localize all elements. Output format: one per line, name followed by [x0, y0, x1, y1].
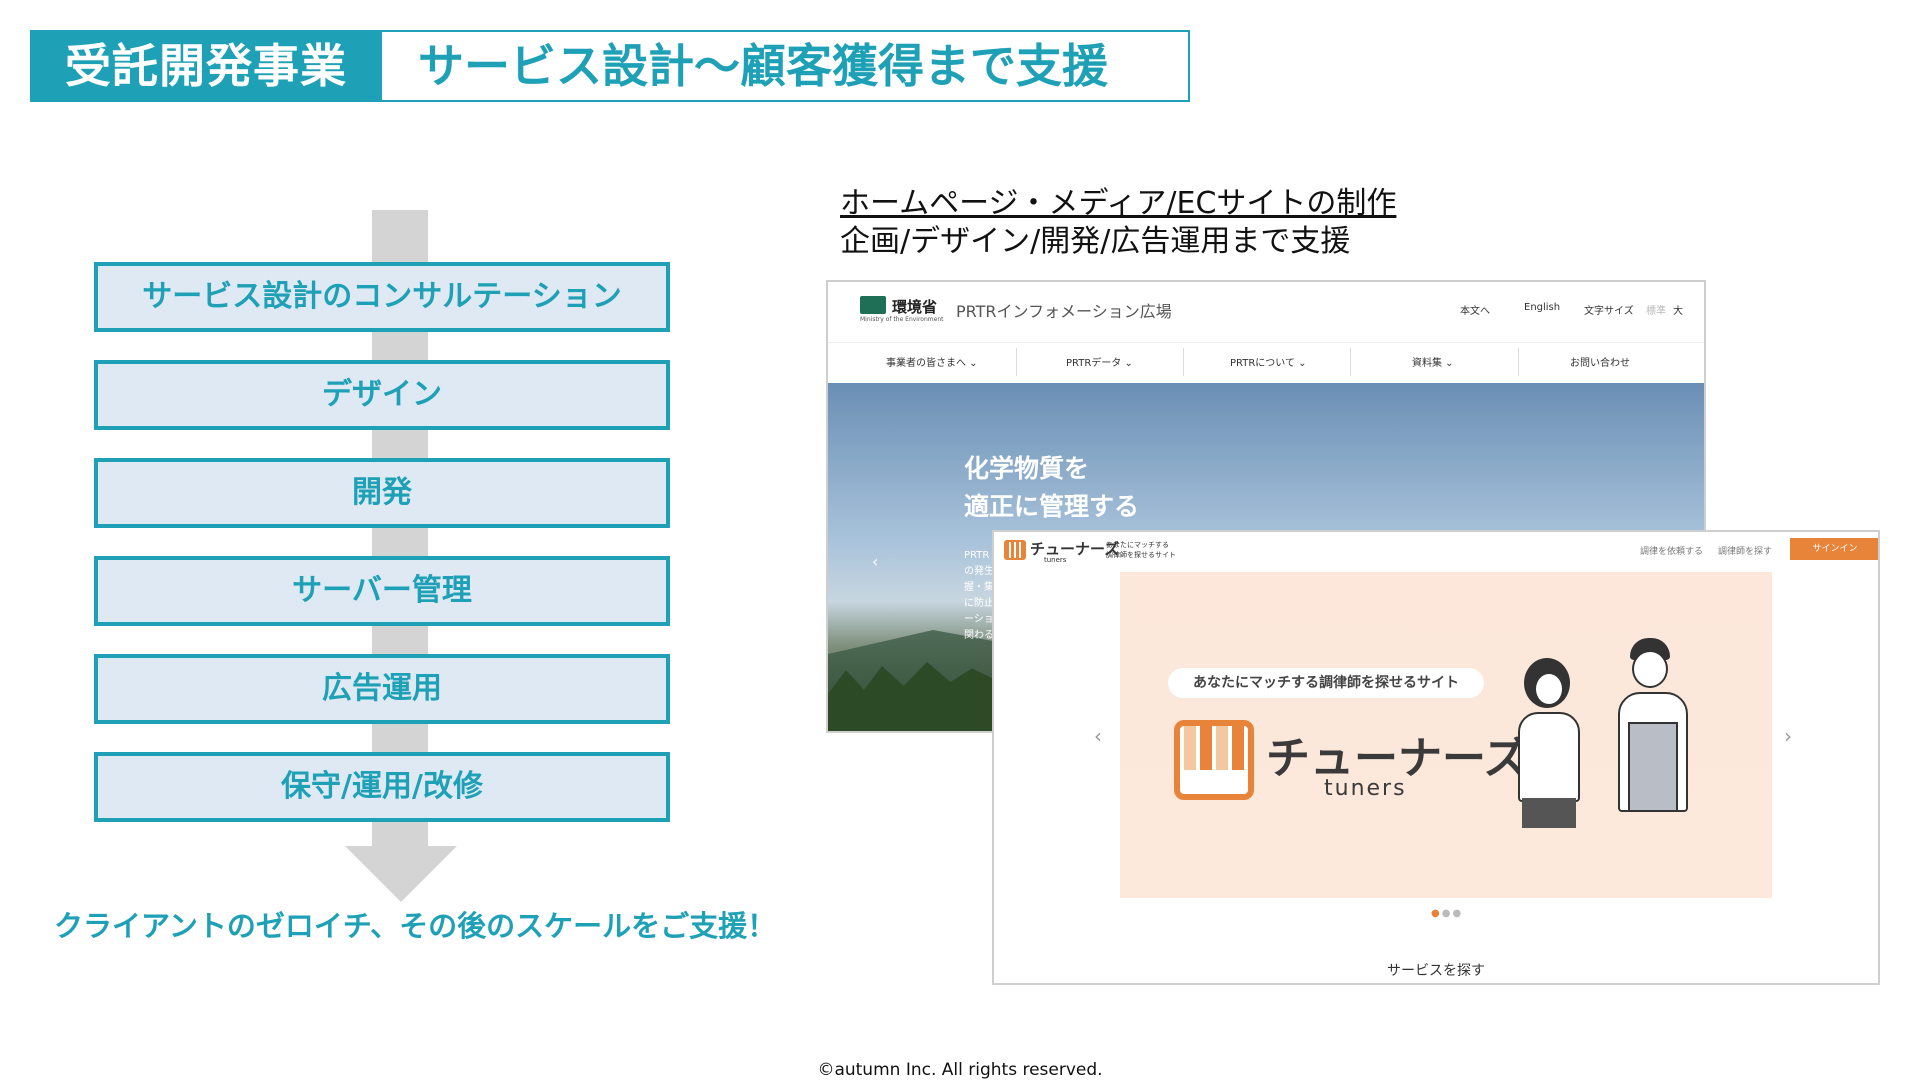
- prtr-nav-item-contact: お問い合わせ: [1570, 358, 1630, 369]
- step-ad-operation: 広告運用: [94, 654, 670, 724]
- ministry-logo-icon: [860, 296, 886, 314]
- tuners-tagline-line2: 調律師を探せるサイト: [1106, 551, 1176, 559]
- right-heading-line2: 企画/デザイン/開発/広告運用まで支援: [840, 224, 1351, 259]
- tuners-tagline-line1: あなたにマッチする: [1106, 541, 1169, 549]
- tuners-header-tagline: あなたにマッチする 調律師を探せるサイト: [1106, 540, 1186, 560]
- carousel-dot-active: ●: [1431, 908, 1442, 919]
- woman-illustration-body: [1518, 712, 1580, 802]
- prtr-carousel-prev-icon: ‹: [872, 552, 879, 571]
- step-maintenance: 保守/運用/改修: [94, 752, 670, 822]
- step-server-management: サーバー管理: [94, 556, 670, 626]
- tuners-find-tuner-link: 調律師を探す: [1718, 547, 1773, 557]
- ministry-logo-text: 環境省: [892, 298, 938, 316]
- prtr-nav-item-docs: 資料集 ⌄: [1412, 358, 1454, 369]
- step-development: 開発: [94, 458, 670, 528]
- tuners-carousel-next-icon: ›: [1784, 724, 1792, 748]
- prtr-nav-divider: [1518, 348, 1519, 376]
- piano-key: [1200, 726, 1212, 770]
- prtr-nav-item-about: PRTRについて ⌄: [1230, 358, 1307, 369]
- tuners-request-link: 調律を依頼する: [1640, 547, 1704, 557]
- man-illustration-face: [1632, 650, 1668, 688]
- tuners-hero-banner: あなたにマッチする調律師を探せるサイト チューナーズ tuners: [1120, 572, 1772, 898]
- prtr-nav-divider: [1350, 348, 1351, 376]
- man-illustration-apron: [1628, 722, 1678, 812]
- prtr-hero-line1: 化学物質を: [964, 454, 1090, 483]
- piano-keys-icon: [1174, 720, 1254, 800]
- prtr-hero-copy: 化学物質を 適正に管理する: [964, 450, 1139, 526]
- footer-copyright: ©autumn Inc. All rights reserved.: [817, 1060, 1103, 1080]
- prtr-hero-line2: 適正に管理する: [964, 492, 1140, 521]
- tuners-carousel-dots: ●●●: [1431, 908, 1464, 919]
- prtr-skip-link: 本文へ: [1460, 306, 1490, 317]
- tuners-logo-subtext: tuners: [1044, 556, 1067, 564]
- step-consultation: サービス設計のコンサルテーション: [94, 262, 670, 332]
- piano-key: [1232, 726, 1244, 770]
- prtr-nav-divider: [1016, 348, 1017, 376]
- tuners-logo-icon: [1004, 540, 1026, 560]
- tuners-signin-button: サインイン: [1790, 538, 1878, 560]
- page-title: サービス設計～顧客獲得まで支援: [418, 39, 1108, 93]
- piano-key: [1184, 726, 1196, 770]
- woman-illustration-face: [1534, 672, 1564, 706]
- woman-illustration-skirt: [1522, 798, 1576, 828]
- prtr-hero-small-text: PRTR の発生 握・集 に防止 ーショ 関わる: [964, 550, 994, 641]
- step-design: デザイン: [94, 360, 670, 430]
- prtr-font-size-label: 文字サイズ: [1584, 306, 1634, 317]
- prtr-nav-item-business: 事業者の皆さまへ ⌄: [886, 358, 978, 369]
- screenshot-tuners-site: チューナーズ tuners あなたにマッチする 調律師を探せるサイト 調律を依頼…: [992, 530, 1880, 985]
- prtr-nav-divider: [1183, 348, 1184, 376]
- prtr-font-size-large: 大: [1673, 306, 1683, 317]
- header-tag: 受託開発事業: [30, 30, 382, 102]
- prtr-site-title: PRTRインフォメーション広場: [956, 302, 1172, 321]
- prtr-nav-item-data: PRTRデータ ⌄: [1066, 358, 1133, 369]
- tuners-find-service-heading: サービスを探す: [1387, 963, 1485, 979]
- tuners-carousel-prev-icon: ‹: [1094, 724, 1102, 748]
- flow-arrow-head: [345, 846, 457, 902]
- prtr-font-size-normal: 標準: [1646, 306, 1666, 317]
- flow-tagline: クライアントのゼロイチ、その後のスケールをご支援！: [54, 909, 777, 943]
- ministry-logo-subtext: Ministry of the Environment: [860, 316, 944, 323]
- tuners-banner-pill: あなたにマッチする調律師を探せるサイト: [1168, 668, 1484, 698]
- tuners-banner-brand-sub: tuners: [1324, 776, 1407, 801]
- piano-key: [1216, 726, 1228, 770]
- prtr-english-link: English: [1524, 302, 1561, 313]
